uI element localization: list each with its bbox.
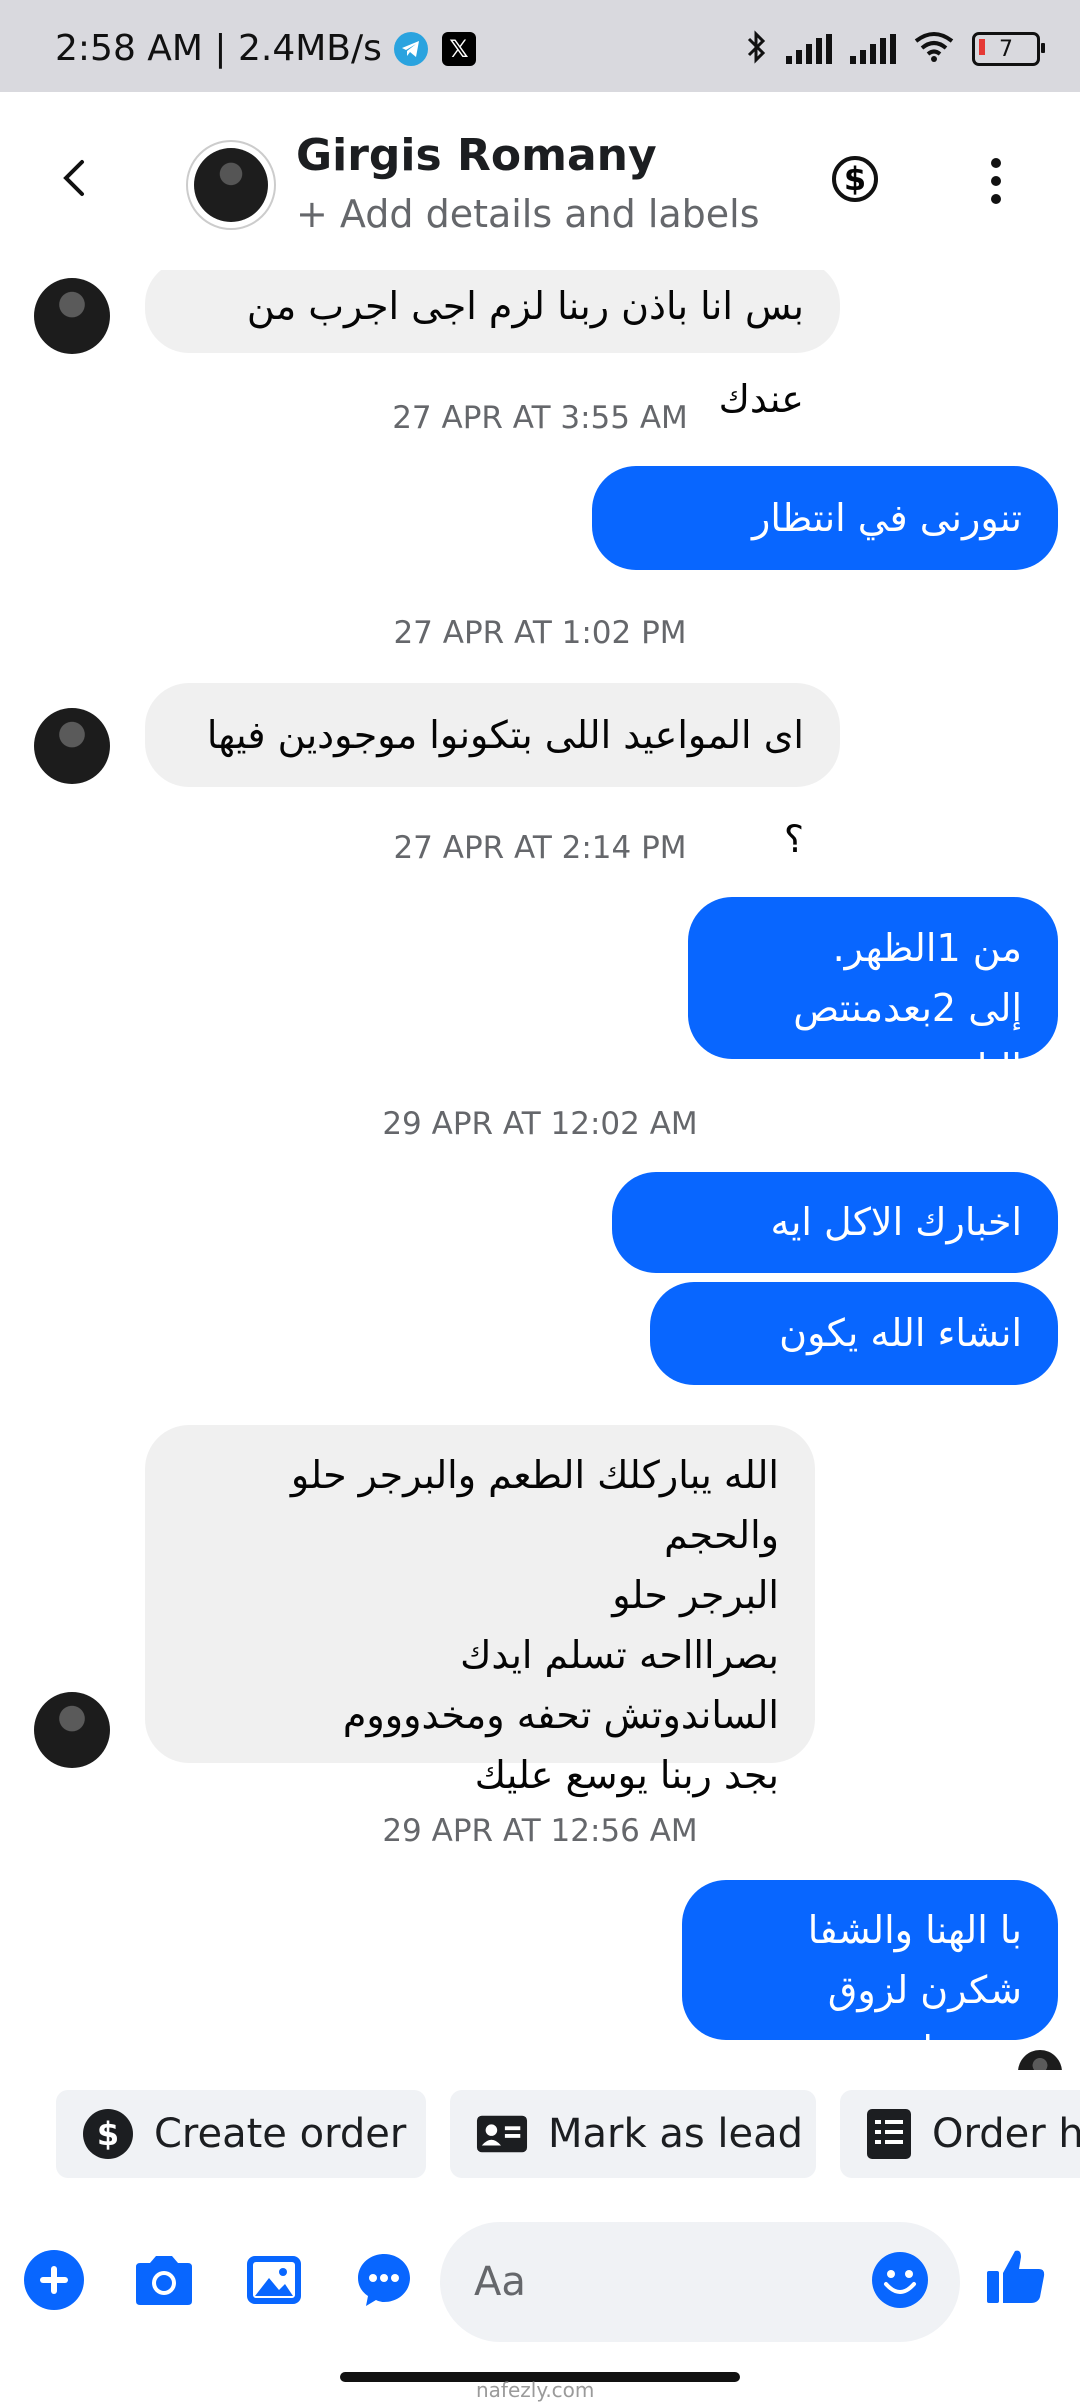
timestamp: 27 APR AT 2:14 PM <box>393 830 687 866</box>
outgoing-message[interactable]: با الهنا والشفا شكرن لزوق حضرتك <box>682 1880 1058 2070</box>
signal-icon-1 <box>786 34 832 64</box>
camera-icon <box>136 2256 192 2305</box>
plus-icon <box>24 2250 84 2310</box>
dollar-circle-icon: $ <box>82 2108 134 2160</box>
status-left: 2:58 AM | 2.4MB/s 𝕏 <box>55 28 476 69</box>
add-details-link[interactable]: + Add details and labels <box>296 192 760 236</box>
contact-avatar[interactable] <box>186 140 276 230</box>
watermark: nafezly.com <box>476 2378 595 2402</box>
order-history-button[interactable]: Order h <box>840 2090 1080 2178</box>
thumbs-up-icon <box>987 2250 1045 2303</box>
sender-avatar[interactable] <box>34 278 110 354</box>
image-icon <box>247 2256 301 2304</box>
svg-text:$: $ <box>97 2115 119 2153</box>
sender-avatar[interactable] <box>34 708 110 784</box>
emoji-button[interactable] <box>870 2250 930 2310</box>
dollar-icon: $ <box>843 160 867 198</box>
chat-bubble-icon <box>358 2254 410 2306</box>
battery-icon: 7 <box>972 32 1045 66</box>
saved-replies-button[interactable] <box>352 2248 416 2312</box>
outgoing-message[interactable]: اخبارك الاكل ايه حضرتك <box>612 1172 1058 1345</box>
message-composer: Aa <box>0 2210 1080 2360</box>
gallery-button[interactable] <box>242 2248 306 2312</box>
create-order-label: Create order <box>154 2111 407 2157</box>
bluetooth-icon <box>746 30 768 68</box>
status-time-speed: 2:58 AM | 2.4MB/s <box>55 28 382 69</box>
seen-avatar <box>1018 2050 1062 2070</box>
timestamp: 29 APR AT 12:02 AM <box>382 1106 698 1142</box>
order-history-label: Order h <box>932 2111 1080 2157</box>
order-list-icon <box>866 2108 912 2160</box>
create-order-button[interactable]: $ Create order <box>56 2090 426 2178</box>
mark-as-lead-label: Mark as lead <box>548 2111 804 2157</box>
timestamp: 27 APR AT 3:55 AM <box>392 400 688 436</box>
message-list[interactable]: بس انا باذن ربنا لزم اجى اجرب من عندك 27… <box>0 270 1080 2070</box>
outgoing-message[interactable]: من 1الظهر. إلى 2بعدمنتص اليل <box>688 897 1058 1090</box>
mark-as-lead-button[interactable]: Mark as lead <box>450 2090 816 2178</box>
telegram-icon <box>393 31 428 66</box>
incoming-message[interactable]: اى المواعيد اللى بتكونوا موجودين فيها ؟ <box>145 683 840 861</box>
back-button[interactable] <box>58 158 92 198</box>
quick-actions-bar[interactable]: $ Create order Mark as lead Order h <box>0 2090 1080 2186</box>
wifi-icon <box>914 31 954 67</box>
sender-avatar[interactable] <box>34 1692 110 1768</box>
conversation-header: Girgis Romany + Add details and labels $ <box>0 92 1080 270</box>
outgoing-message[interactable]: انشاء الله يكون عجبك <box>650 1282 1058 1458</box>
plus-button[interactable] <box>22 2248 86 2312</box>
incoming-message[interactable]: الله يباركلك الطعم والبرجر حلو والحجم ال… <box>145 1425 815 1797</box>
status-bar: 2:58 AM | 2.4MB/s 𝕏 7 <box>0 0 1080 92</box>
timestamp: 27 APR AT 1:02 PM <box>393 615 687 651</box>
status-right: 7 <box>746 30 1045 68</box>
incoming-message[interactable]: بس انا باذن ربنا لزم اجى اجرب من عندك <box>145 270 840 421</box>
more-options-button[interactable] <box>990 158 1002 204</box>
battery-level: 7 <box>999 36 1013 62</box>
outgoing-message[interactable]: تنورنى في انتظار حضرتك <box>592 466 1058 644</box>
camera-button[interactable] <box>132 2248 196 2312</box>
payment-button[interactable]: $ <box>832 156 878 202</box>
x-app-icon: 𝕏 <box>441 31 476 66</box>
smiley-icon <box>872 2252 928 2308</box>
contact-card-icon <box>476 2108 528 2160</box>
like-button[interactable] <box>984 2244 1048 2308</box>
chevron-left-icon <box>63 160 84 196</box>
message-input-placeholder: Aa <box>474 2259 526 2305</box>
timestamp: 29 APR AT 12:56 AM <box>382 1813 698 1849</box>
contact-name[interactable]: Girgis Romany <box>296 130 657 181</box>
signal-icon-2 <box>850 34 896 64</box>
